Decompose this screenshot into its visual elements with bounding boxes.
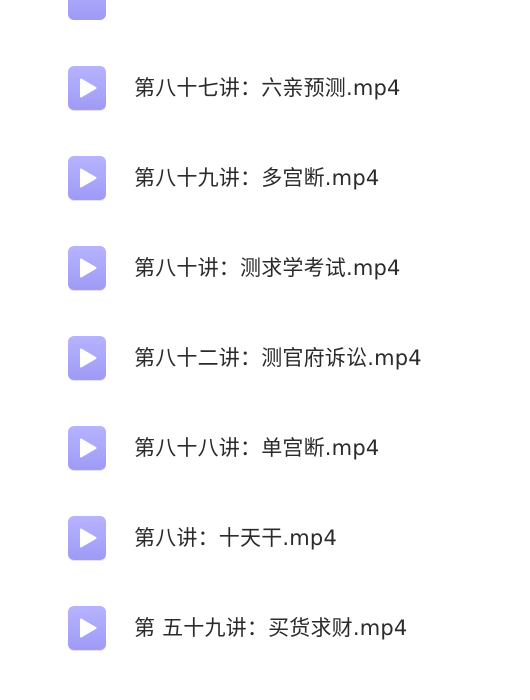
file-row[interactable]: 第八十讲：测求学考试.mp4 <box>0 233 530 303</box>
file-name: 第八十七讲：六亲预测.mp4 <box>134 76 401 100</box>
file-list: 第八十七讲：六亲预测.mp4 第八十九讲：多宫断.mp4 第八十讲：测求学考试.… <box>0 0 530 700</box>
video-file-icon <box>68 246 106 290</box>
video-file-icon <box>68 426 106 470</box>
file-name: 第八十九讲：多宫断.mp4 <box>134 166 380 190</box>
file-row[interactable]: 第八十九讲：多宫断.mp4 <box>0 143 530 213</box>
video-file-icon <box>68 66 106 110</box>
file-row[interactable]: 第 五十九讲：买货求财.mp4 <box>0 593 530 663</box>
file-name: 第八十二讲：测官府诉讼.mp4 <box>134 346 422 370</box>
file-name: 第八十八讲：单宫断.mp4 <box>134 436 380 460</box>
file-row[interactable]: 第八十七讲：六亲预测.mp4 <box>0 53 530 123</box>
video-file-icon <box>68 606 106 650</box>
video-file-icon[interactable] <box>68 0 106 20</box>
file-name: 第八讲：十天干.mp4 <box>134 526 338 550</box>
video-file-icon <box>68 516 106 560</box>
video-file-icon <box>68 156 106 200</box>
file-name: 第八十讲：测求学考试.mp4 <box>134 256 401 280</box>
file-row[interactable]: 第八十八讲：单宫断.mp4 <box>0 413 530 483</box>
file-row[interactable]: 第八讲：十天干.mp4 <box>0 503 530 573</box>
video-file-icon <box>68 336 106 380</box>
file-name: 第 五十九讲：买货求财.mp4 <box>134 616 408 640</box>
file-row[interactable]: 第八十二讲：测官府诉讼.mp4 <box>0 323 530 393</box>
